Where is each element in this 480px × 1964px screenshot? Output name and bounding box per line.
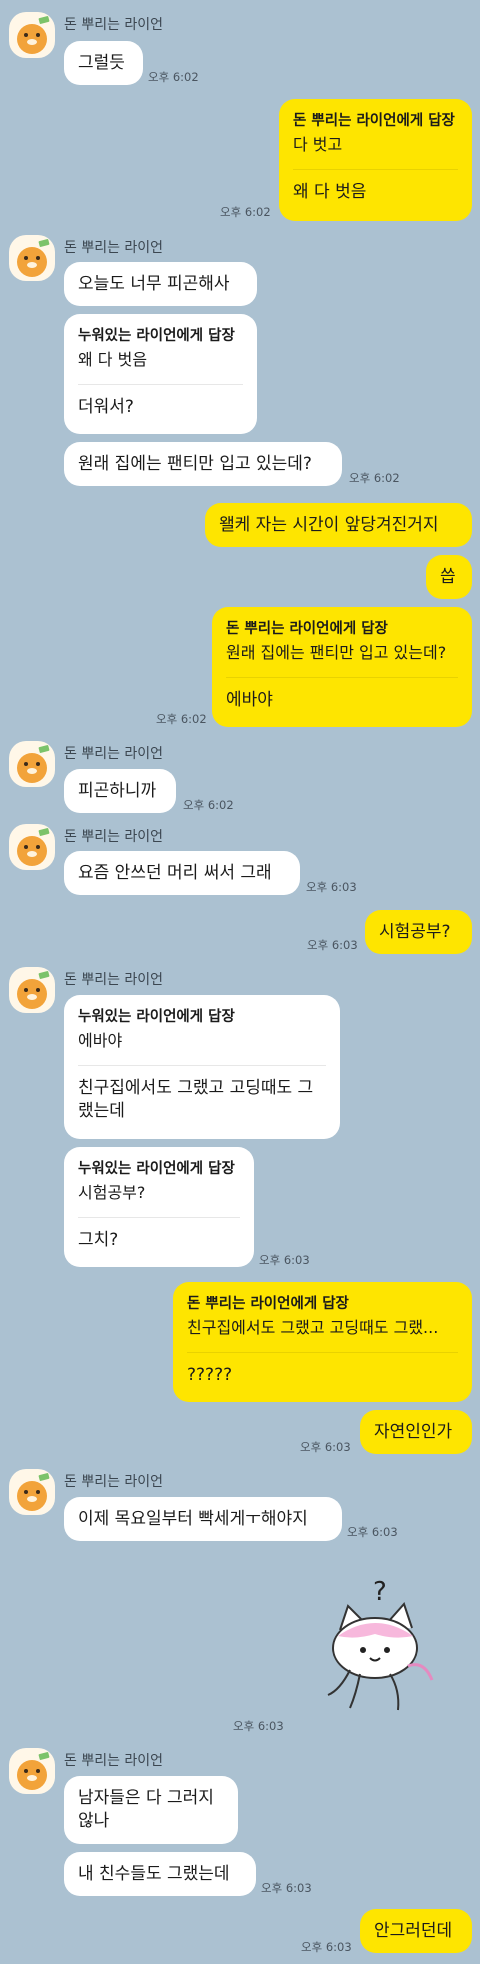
message-text: 원래 집에는 팬티만 입고 있는데? [78,454,312,474]
reply-quote: 왜 다 벗음 [78,349,148,369]
sender-name: 돈 뿌리는 라이언 [64,240,164,256]
avatar[interactable] [9,1469,55,1515]
message-bubble[interactable]: 남자들은 다 그러지 않나 [64,1776,238,1844]
cat-question-sticker[interactable]: ? [320,1570,440,1720]
reply-divider [187,1352,458,1354]
sender-name: 돈 뿌리는 라이언 [64,972,164,988]
message-bubble[interactable]: 왤케 자는 시간이 앞당겨진거지 [205,503,472,547]
reply-quote: 에바야 [78,1030,123,1050]
message-time: 오후 6:03 [261,1881,312,1895]
sender-name: 돈 뿌리는 라이언 [64,746,164,762]
message-text: 자연인인가 [374,1422,453,1442]
avatar[interactable] [9,967,55,1013]
reply-divider [78,1217,240,1219]
reply-quote: 원래 집에는 팬티만 입고 있는데? [226,642,447,662]
avatar[interactable] [9,741,55,787]
reply-title: 돈 뿌리는 라이언에게 답장 [293,113,455,129]
message-text: ????? [187,1365,233,1386]
reply-bubble[interactable]: 돈 뿌리는 라이언에게 답장 친구집에서도 그랬고 고딩때도 그랬... ???… [173,1282,472,1402]
message-time: 오후 6:03 [233,1719,284,1733]
message-bubble[interactable]: 원래 집에는 팬티만 입고 있는데? [64,442,342,486]
avatar[interactable] [9,824,55,870]
message-time: 오후 6:03 [301,1940,352,1954]
message-bubble[interactable]: 이제 목요일부터 빡세게ㅜ해야지 [64,1497,342,1541]
reply-title: 누워있는 라이언에게 답장 [78,1161,235,1177]
sender-name: 돈 뿌리는 라이언 [64,829,164,845]
message-bubble[interactable]: 요즘 안쓰던 머리 써서 그래 [64,851,300,895]
reply-bubble[interactable]: 돈 뿌리는 라이언에게 답장 원래 집에는 팬티만 입고 있는데? 에바야 [212,607,472,727]
reply-title: 돈 뿌리는 라이언에게 답장 [187,1296,349,1312]
message-bubble[interactable]: 씁 [426,555,472,599]
message-time: 오후 6:03 [306,880,357,894]
svg-text:?: ? [373,1577,387,1607]
reply-bubble[interactable]: 돈 뿌리는 라이언에게 답장 다 벗고 왜 다 벗음 [279,99,472,221]
message-text: 그럴듯 [78,53,125,73]
message-bubble[interactable]: 시험공부? [365,910,472,954]
avatar[interactable] [9,1748,55,1794]
message-text: 왜 다 벗음 [293,182,367,203]
reply-quote: 다 벗고 [293,134,343,154]
message-bubble[interactable]: 내 친수들도 그랬는데 [64,1852,256,1896]
message-text: 요즘 안쓰던 머리 써서 그래 [78,863,272,883]
sender-name: 돈 뿌리는 라이언 [64,1753,164,1769]
message-bubble[interactable]: 그럴듯 [64,41,143,85]
sender-name: 돈 뿌리는 라이언 [64,17,164,33]
message-text: 시험공부? [379,922,451,942]
sender-name: 돈 뿌리는 라이언 [64,1474,164,1490]
reply-divider [78,1065,326,1067]
reply-bubble[interactable]: 누워있는 라이언에게 답장 왜 다 벗음 더워서? [64,314,257,434]
message-text: 에바야 [226,690,273,711]
message-bubble[interactable]: 오늘도 너무 피곤해사 [64,262,257,306]
message-time: 오후 6:02 [148,70,199,84]
message-text: 내 친수들도 그랬는데 [78,1864,230,1884]
reply-bubble[interactable]: 누워있는 라이언에게 답장 에바야 친구집에서도 그랬고 고딩때도 그랬는데 [64,995,340,1139]
message-text: 오늘도 너무 피곤해사 [78,274,230,294]
message-text: 더워서? [78,397,134,418]
message-bubble[interactable]: 피곤하니까 [64,769,176,813]
message-text: 친구집에서도 그랬고 고딩때도 그랬는데 [78,1078,314,1122]
message-time: 오후 6:02 [349,471,400,485]
reply-title: 돈 뿌리는 라이언에게 답장 [226,621,388,637]
reply-quote: 친구집에서도 그랬고 고딩때도 그랬... [187,1317,439,1337]
reply-divider [78,384,243,386]
avatar[interactable] [9,12,55,58]
reply-divider [293,169,458,171]
message-time: 오후 6:03 [259,1253,310,1267]
message-text: 남자들은 다 그러지 않나 [78,1788,214,1831]
message-bubble[interactable]: 자연인인가 [360,1410,472,1454]
message-time: 오후 6:03 [300,1440,351,1454]
message-time: 오후 6:02 [183,798,234,812]
message-text: 이제 목요일부터 빡세게ㅜ해야지 [78,1509,308,1529]
message-time: 오후 6:03 [347,1525,398,1539]
message-text: 피곤하니까 [78,781,157,801]
reply-quote: 시험공부? [78,1182,146,1202]
message-time: 오후 6:02 [220,205,271,219]
reply-title: 누워있는 라이언에게 답장 [78,328,235,344]
reply-divider [226,677,458,679]
message-text: 씁 [440,567,456,587]
reply-title: 누워있는 라이언에게 답장 [78,1009,235,1025]
message-text: 그치? [78,1230,119,1251]
avatar[interactable] [9,235,55,281]
message-time: 오후 6:03 [307,938,358,952]
message-text: 안그러던데 [374,1921,453,1941]
message-bubble[interactable]: 안그러던데 [360,1909,472,1953]
message-time: 오후 6:02 [156,712,207,726]
message-text: 왤케 자는 시간이 앞당겨진거지 [219,515,439,535]
reply-bubble[interactable]: 누워있는 라이언에게 답장 시험공부? 그치? [64,1147,254,1267]
